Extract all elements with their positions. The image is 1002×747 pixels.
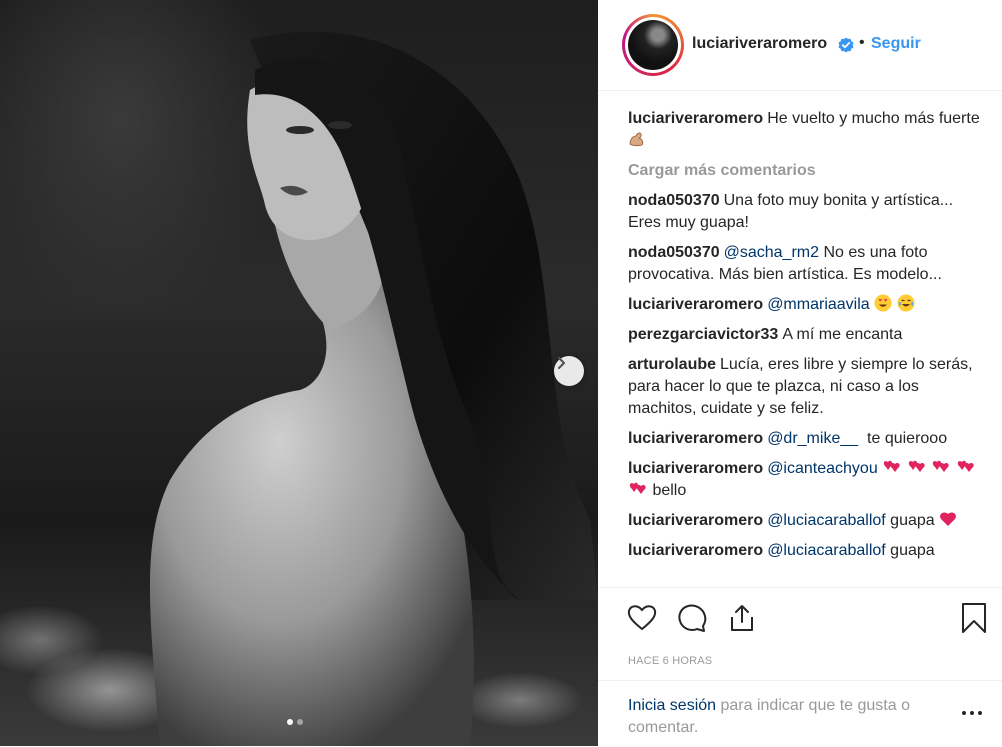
verified-badge-icon: [838, 37, 854, 53]
login-prompt: Inicia sesión para indicar que te gusta …: [628, 695, 958, 739]
more-options-icon[interactable]: [960, 707, 984, 719]
post-photo[interactable]: [0, 0, 598, 746]
login-link[interactable]: Inicia sesión: [628, 697, 716, 714]
comment-mention[interactable]: @luciacaraballof: [767, 512, 886, 529]
flexed-biceps-icon: [629, 132, 644, 147]
comment: luciariveraromero @mmariaavila: [628, 294, 988, 316]
avatar[interactable]: [622, 14, 684, 76]
comment-mention[interactable]: @icanteachyou: [767, 460, 878, 477]
double-heart-emoji-icon: [957, 460, 974, 472]
comment-text: guapa: [890, 512, 935, 529]
caption: luciariveraromero He vuelto y mucho más f…: [628, 108, 988, 152]
comment-mention[interactable]: @dr_mike__: [767, 430, 858, 447]
comments-list: luciariveraromero He vuelto y mucho más f…: [628, 108, 988, 586]
heart-eyes-emoji-icon: [874, 294, 892, 312]
comment: perezgarciavictor33 A mí me encanta: [628, 324, 988, 346]
red-heart-emoji-icon: [940, 512, 957, 526]
carousel-indicator: [287, 719, 303, 725]
share-icon[interactable]: [726, 602, 758, 634]
comment-text: guapa: [890, 542, 935, 559]
comment: arturolaube Lucía, eres libre y siempre l…: [628, 354, 988, 420]
comment-username[interactable]: noda050370: [628, 244, 720, 261]
comment: luciariveraromero @icanteachyou bello: [628, 458, 988, 502]
header-separator: •: [859, 34, 865, 51]
photo-illustration: [150, 31, 598, 746]
comment-username[interactable]: luciariveraromero: [628, 110, 763, 127]
double-heart-emoji-icon: [932, 460, 949, 472]
post-view: luciariveraromero • Seguir luciariveraro…: [0, 0, 1002, 746]
carousel-dot-active: [287, 719, 293, 725]
comment: noda050370 @sacha_rm2 No es una foto prov…: [628, 242, 988, 286]
comment: luciariveraromero @dr_mike__ te quierooo: [628, 428, 988, 450]
login-prompt-bar: Inicia sesión para indicar que te gusta …: [598, 680, 1002, 747]
double-heart-emoji-icon: [908, 460, 925, 472]
comment-username[interactable]: luciariveraromero: [628, 296, 763, 313]
comment-mention[interactable]: @mmariaavila: [767, 296, 869, 313]
tears-of-joy-emoji-icon: [897, 294, 915, 312]
comment-icon[interactable]: [676, 602, 708, 634]
load-more-comments-button[interactable]: Cargar más comentarios: [628, 160, 988, 182]
carousel-dot: [297, 719, 303, 725]
post-timestamp: HACE 6 HORAS: [628, 655, 713, 667]
comment-text: He vuelto y mucho más fuerte: [767, 110, 980, 127]
post-actions: [598, 587, 1002, 644]
comment: luciariveraromero @luciacaraballof guapa: [628, 540, 988, 562]
comment-username[interactable]: perezgarciavictor33: [628, 326, 778, 343]
comment-username[interactable]: luciariveraromero: [628, 542, 763, 559]
header-username[interactable]: luciariveraromero: [692, 35, 827, 53]
double-heart-emoji-icon: [883, 460, 900, 472]
comment-mention[interactable]: @luciacaraballof: [767, 542, 886, 559]
comment-username[interactable]: luciariveraromero: [628, 512, 763, 529]
comment: noda050370 Una foto muy bonita y artístic…: [628, 190, 988, 234]
comment-username[interactable]: luciariveraromero: [628, 460, 763, 477]
double-heart-emoji-icon: [629, 482, 646, 494]
carousel-next-button[interactable]: [554, 356, 584, 386]
comment-mention[interactable]: @sacha_rm2: [724, 244, 819, 261]
bookmark-icon[interactable]: [958, 602, 990, 634]
comment-text: A mí me encanta: [782, 326, 903, 343]
comment-username[interactable]: noda050370: [628, 192, 720, 209]
like-heart-icon[interactable]: [626, 602, 658, 634]
post-header: luciariveraromero • Seguir: [598, 0, 1002, 91]
comment-text: te quierooo: [867, 430, 948, 447]
comment-text: bello: [652, 482, 687, 499]
comment-username[interactable]: luciariveraromero: [628, 430, 763, 447]
follow-button[interactable]: Seguir: [871, 35, 921, 53]
comment: luciariveraromero @luciacaraballof guapa: [628, 510, 988, 532]
comment-username[interactable]: arturolaube: [628, 356, 716, 373]
chevron-right-icon: [557, 356, 566, 370]
side-panel: luciariveraromero • Seguir luciariveraro…: [598, 0, 1002, 746]
